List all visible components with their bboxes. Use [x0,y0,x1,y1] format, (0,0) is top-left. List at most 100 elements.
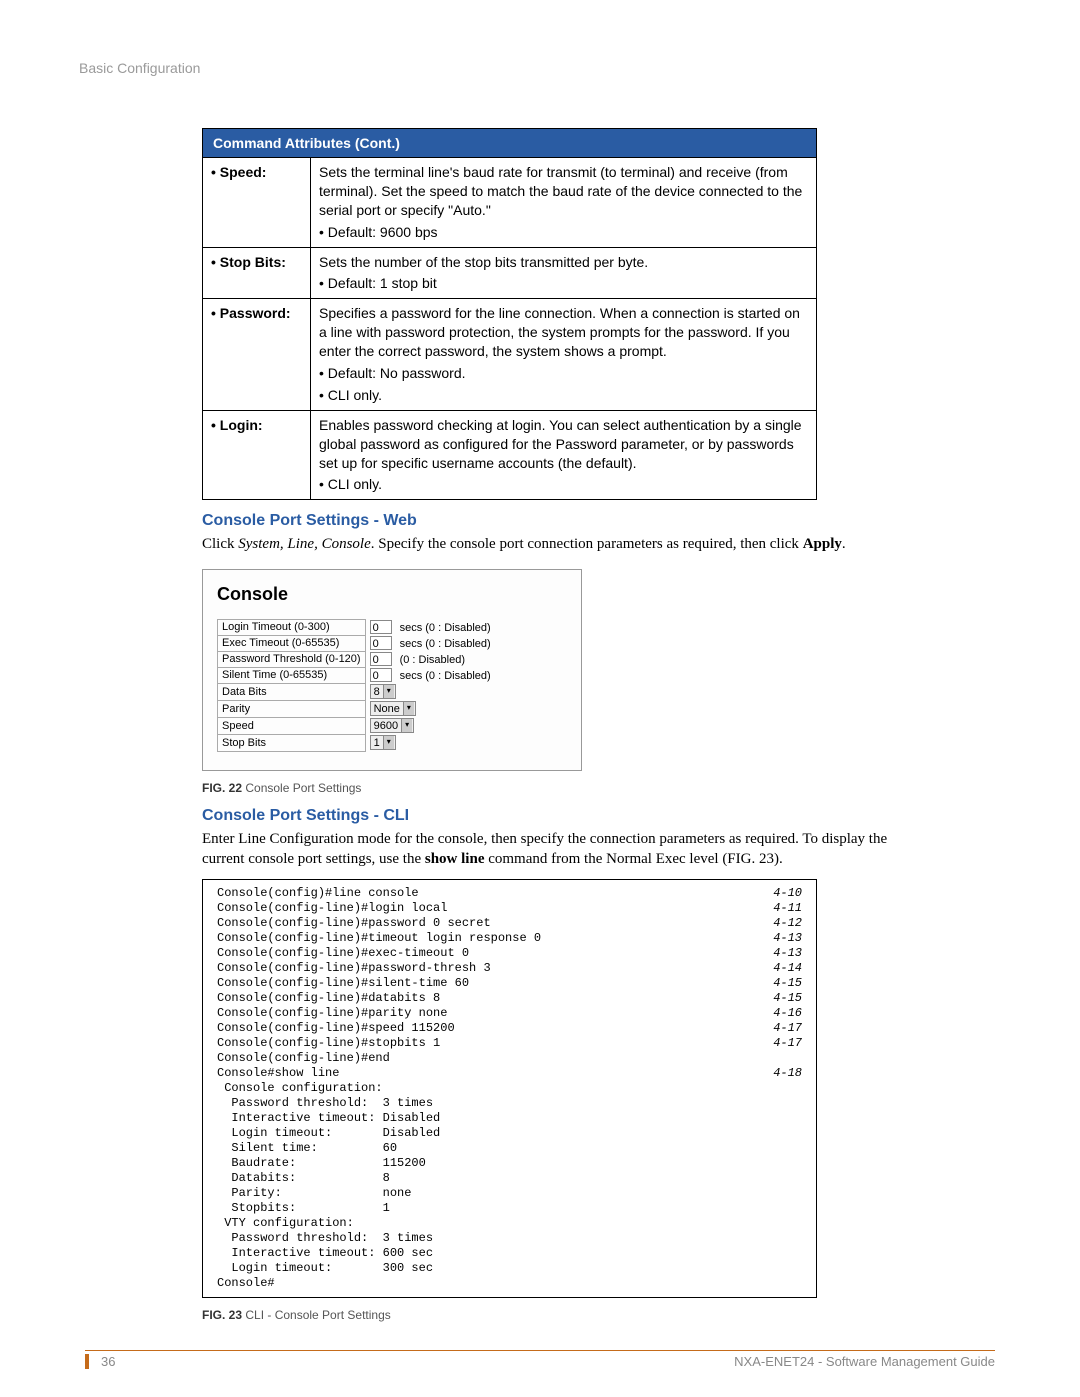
chevron-down-icon: ▾ [383,685,394,698]
cli-line: Console(config-line)#password-thresh 34-… [217,961,802,976]
chevron-down-icon: ▾ [383,736,394,749]
bullet: • Default: 1 stop bit [319,274,808,293]
bullet: • CLI only. [319,386,808,405]
cli-ref: 4-14 [773,961,802,976]
fig-label: FIG. 22 [202,781,242,795]
cli-line: Login timeout: 300 sec [217,1261,802,1276]
text: . [842,536,846,552]
cli-line: Console#show line4-18 [217,1066,802,1081]
fig-text: Console Port Settings [242,781,361,795]
form-label: Data Bits [218,683,366,700]
cli-command: Interactive timeout: Disabled [217,1111,440,1126]
table-title: Command Attributes (Cont.) [203,129,817,158]
cli-command: Parity: none [217,1186,411,1201]
fig22-caption: FIG. 22 Console Port Settings [202,781,995,795]
cli-command: Password threshold: 3 times [217,1231,433,1246]
cli-command: Silent time: 60 [217,1141,397,1156]
select-input[interactable]: 9600▾ [370,718,414,733]
cli-ref: 4-18 [773,1066,802,1081]
text-input[interactable]: 0 [370,636,392,650]
text-bold: Apply [803,536,842,552]
cli-output: Console(config)#line console4-10Console(… [202,879,817,1298]
suffix-text: (0 : Disabled) [400,654,465,666]
cli-line: Console# [217,1276,802,1291]
text-input[interactable]: 0 [370,652,392,666]
cli-ref: 4-15 [773,991,802,1006]
text-input[interactable]: 0 [370,620,392,634]
cli-command: Password threshold: 3 times [217,1096,433,1111]
console-screenshot: Console Login Timeout (0-300)0secs (0 : … [202,569,582,771]
doc-title: NXA-ENET24 - Software Management Guide [734,1354,995,1369]
cli-line: Baudrate: 115200 [217,1156,802,1171]
desc-text: Specifies a password for the line connec… [319,304,808,361]
form-label: Silent Time (0-65535) [218,667,366,683]
cli-line: Console(config-line)#silent-time 60 4-15 [217,976,802,991]
form-value-cell: 0secs (0 : Disabled) [365,667,495,683]
attr-desc: Sets the number of the stop bits transmi… [311,247,817,299]
cli-ref: 4-15 [773,976,802,991]
form-value-cell: 0secs (0 : Disabled) [365,635,495,651]
cli-line: Console(config-line)#login local4-11 [217,901,802,916]
cli-line: Console(config-line)#timeout login respo… [217,931,802,946]
cli-command: Stopbits: 1 [217,1201,390,1216]
cli-line: Interactive timeout: 600 sec [217,1246,802,1261]
cli-line: Console(config-line)#stopbits 14-17 [217,1036,802,1051]
chevron-down-icon: ▾ [403,702,414,715]
fig-label: FIG. 23 [202,1308,242,1322]
cli-command: Login timeout: 300 sec [217,1261,433,1276]
text: Click [202,536,238,552]
form-row: Silent Time (0-65535)0secs (0 : Disabled… [218,667,496,683]
cli-command: Console(config-line)#parity none [217,1006,447,1021]
attr-desc: Enables password checking at login. You … [311,410,817,500]
cli-command: Console configuration: [217,1081,383,1096]
cli-line: Silent time: 60 [217,1141,802,1156]
select-input[interactable]: None▾ [370,701,416,716]
attr-desc: Sets the terminal line's baud rate for t… [311,158,817,248]
cli-line: Login timeout: Disabled [217,1126,802,1141]
form-label: Parity [218,700,366,717]
select-input[interactable]: 8▾ [370,684,396,699]
cli-ref: 4-13 [773,946,802,961]
text: . Specify the console port connection pa… [371,536,803,552]
cli-command: VTY configuration: [217,1216,354,1231]
cli-line: Password threshold: 3 times [217,1096,802,1111]
suffix-text: secs (0 : Disabled) [400,622,491,634]
cli-line: Stopbits: 1 [217,1201,802,1216]
form-label: Stop Bits [218,734,366,751]
section-title-web: Console Port Settings - Web [202,512,995,530]
page-header: Basic Configuration [79,60,995,76]
form-value-cell: 8▾ [365,683,495,700]
form-value-cell: 0 (0 : Disabled) [365,651,495,667]
desc-text: Enables password checking at login. You … [319,416,808,473]
form-row: Data Bits 8▾ [218,683,496,700]
select-input[interactable]: 1▾ [370,735,396,750]
cli-line: Interactive timeout: Disabled [217,1111,802,1126]
select-value: 8 [374,686,380,698]
form-row: Speed9600▾ [218,717,496,734]
table-row: • Speed: Sets the terminal line's baud r… [203,158,817,248]
form-value-cell: None▾ [365,700,495,717]
cli-ref: 4-12 [773,916,802,931]
cli-command: Login timeout: Disabled [217,1126,440,1141]
cli-ref: 4-17 [773,1021,802,1036]
table-row: • Stop Bits: Sets the number of the stop… [203,247,817,299]
attr-label: • Stop Bits: [203,247,311,299]
cli-command: Console(config-line)#login local [217,901,447,916]
cli-line: Console(config-line)#parity none4-16 [217,1006,802,1021]
console-form-table: Login Timeout (0-300)0secs (0 : Disabled… [217,619,496,752]
cli-command: Interactive timeout: 600 sec [217,1246,433,1261]
command-attributes-table: Command Attributes (Cont.) • Speed: Sets… [202,128,817,500]
cli-command: Console(config-line)#silent-time 60 [217,976,469,991]
cli-line: Console(config-line)#exec-timeout 04-13 [217,946,802,961]
cli-ref: 4-17 [773,1036,802,1051]
cli-ref: 4-10 [773,886,802,901]
cli-command: Console(config-line)#databits 8 [217,991,440,1006]
cli-line: Console configuration: [217,1081,802,1096]
cli-ref: 4-13 [773,931,802,946]
form-row: Password Threshold (0-120)0(0 : Disabled… [218,651,496,667]
text: command from the Normal Exec level (FIG.… [484,851,782,867]
cli-line: Databits: 8 [217,1171,802,1186]
text-input[interactable]: 0 [370,668,392,682]
form-value-cell: 1▾ [365,734,495,751]
bullet: • Default: No password. [319,364,808,383]
